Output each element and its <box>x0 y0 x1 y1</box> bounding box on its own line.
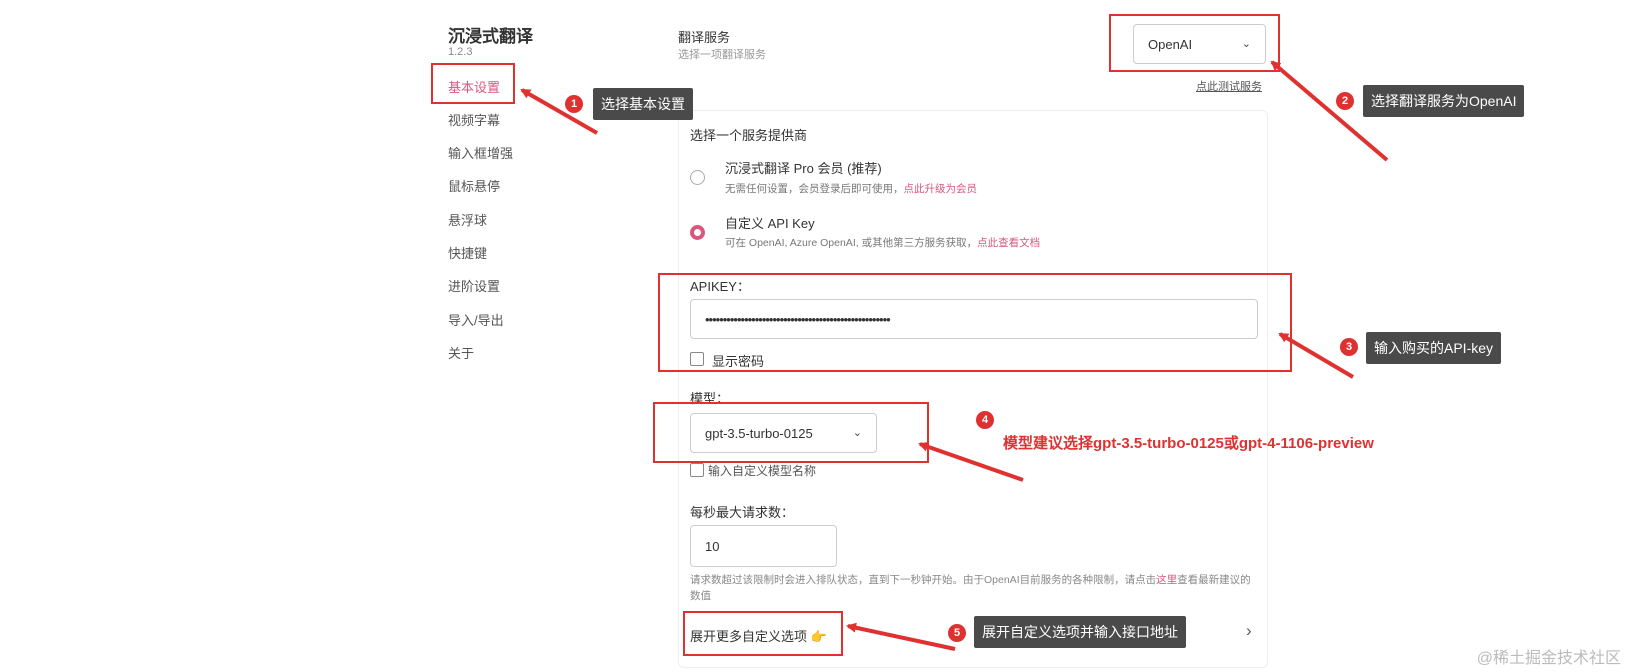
annotation-note-4: 模型建议选择gpt-3.5-turbo-0125或gpt-4-1106-prev… <box>1003 435 1374 452</box>
annotation-callout-3: 输入购买的API-key <box>1366 332 1502 364</box>
annotation-callout-1: 选择基本设置 <box>593 88 693 120</box>
annotation-badge-4: 4 <box>976 411 994 429</box>
annotation-badge-3: 3 <box>1340 338 1358 356</box>
annotation-callout-5: 展开自定义选项并输入接口地址 <box>974 616 1186 648</box>
arrow-1 <box>520 88 598 135</box>
annotation-badge-1: 1 <box>565 95 583 113</box>
annotation-badge-5: 5 <box>948 624 966 642</box>
arrow-5 <box>846 622 956 651</box>
annotation-badge-2: 2 <box>1336 92 1354 110</box>
annotation-callout-2: 选择翻译服务为OpenAI <box>1363 85 1525 117</box>
watermark: @稀土掘金技术社区 <box>1476 650 1621 667</box>
